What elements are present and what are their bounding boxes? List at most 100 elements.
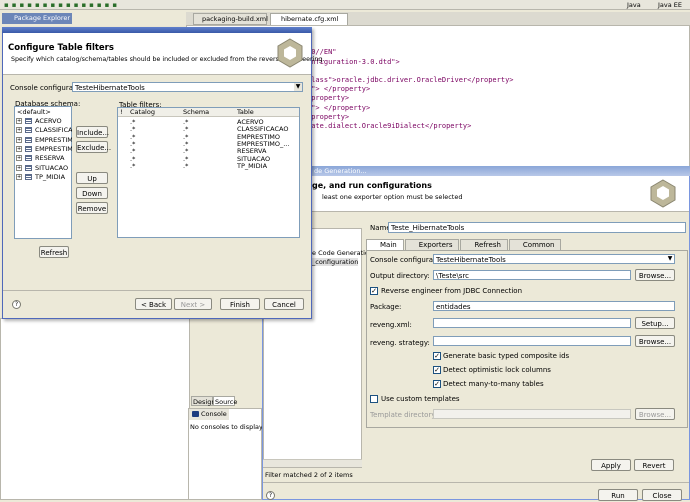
filter-cell-schema[interactable]: .* — [183, 162, 233, 170]
reverse-engineer-label: Reverse engineer from JDBC Connection — [381, 287, 523, 295]
output-browse-button[interactable]: Browse... — [635, 269, 675, 281]
filter-cell-table[interactable]: TP_MIDIA — [237, 162, 297, 170]
template-browse-button[interactable]: Browse... — [635, 408, 675, 420]
opt-basic-label: Generate basic typed composite ids — [443, 352, 570, 360]
filters-separator — [3, 290, 311, 291]
tree-expand-icon[interactable]: + — [16, 118, 22, 124]
filters-console-select[interactable]: TesteHibernateTools — [72, 82, 303, 92]
table-icon — [25, 173, 32, 180]
codegen-header-title: ge, and run configurations — [312, 181, 432, 190]
back-button[interactable]: < Back — [135, 298, 172, 310]
apply-button[interactable]: Apply — [591, 459, 631, 471]
setup-button[interactable]: Setup... — [635, 317, 675, 329]
codegen-separator — [263, 482, 689, 483]
console-message: No consoles to display at — [190, 423, 262, 431]
cancel-button[interactable]: Cancel — [264, 298, 304, 310]
perspective-javaee[interactable]: Java EE — [648, 0, 690, 10]
table-icon — [25, 155, 32, 162]
schema-table-item[interactable]: SITUACAO — [35, 164, 72, 172]
column-header[interactable]: ! — [120, 108, 123, 116]
reveng-xml-label: reveng.xml: — [370, 321, 412, 329]
next-button[interactable]: Next > — [174, 298, 212, 310]
tab-refresh[interactable]: Refresh — [460, 239, 508, 250]
include-button[interactable]: Include... — [76, 126, 109, 138]
schema-table-item[interactable]: EMPRESTIMO_ — [35, 145, 72, 153]
tree-expand-icon[interactable]: + — [16, 136, 22, 143]
table-icon — [25, 118, 32, 124]
schema-table-item[interactable]: TP_MIDIA — [35, 173, 72, 181]
reveng-strategy-field[interactable] — [433, 336, 631, 346]
table-icon — [25, 127, 32, 134]
schema-tree-root[interactable]: <default> — [17, 108, 51, 116]
opt-many-checkbox[interactable]: ✓ — [433, 380, 441, 388]
reveng-xml-field[interactable] — [433, 318, 631, 328]
name-field[interactable]: Teste_HibernateTools — [388, 222, 686, 233]
editor-tab-packaging-build[interactable]: packaging-build.xml — [193, 13, 268, 25]
column-header[interactable]: Schema — [183, 108, 209, 116]
filters-header — [3, 33, 311, 75]
up-button[interactable]: Up — [76, 172, 108, 184]
remove-button[interactable]: Remove — [76, 202, 108, 214]
filter-cell-catalog[interactable]: .* — [130, 162, 180, 170]
tree-expand-icon[interactable]: + — [16, 155, 22, 162]
tab-exporters[interactable]: Exporters — [404, 239, 460, 250]
perspective-java[interactable]: Java — [618, 0, 648, 10]
down-button[interactable]: Down — [76, 187, 108, 199]
refresh-button[interactable]: Refresh — [39, 246, 69, 258]
filters-banner-icon — [275, 37, 305, 69]
tree-expand-icon[interactable]: + — [16, 173, 22, 180]
run-button[interactable]: Run — [598, 489, 638, 501]
filters-help-icon[interactable]: ? — [12, 300, 21, 309]
filters-dialog-title: Configure Table filters — [8, 43, 114, 53]
codegen-help-icon[interactable]: ? — [266, 491, 275, 500]
custom-templates-checkbox[interactable] — [370, 395, 378, 403]
revert-button[interactable]: Revert — [634, 459, 674, 471]
table-icon — [25, 164, 32, 171]
cg-console-config-select[interactable]: TesteHibernateTools — [433, 254, 675, 264]
tree-expand-icon[interactable]: + — [16, 127, 22, 134]
output-dir-label: Output directory: — [370, 272, 430, 280]
editor-tab-hibernate-cfg[interactable]: hibernate.cfg.xml — [270, 13, 348, 25]
close-button[interactable]: Close — [642, 489, 682, 501]
tab-main[interactable]: Main — [366, 239, 404, 250]
package-explorer-tab[interactable]: Package Explorer — [2, 13, 72, 24]
package-field[interactable]: entidades — [433, 301, 675, 311]
table-icon — [25, 136, 32, 143]
table-icon — [25, 145, 32, 152]
schema-table-item[interactable]: CLASSIFICACAO — [35, 126, 72, 134]
reverse-engineer-checkbox[interactable]: ✓ — [370, 287, 378, 295]
tree-expand-icon[interactable]: + — [16, 164, 22, 171]
tab-source[interactable]: Source — [213, 396, 237, 406]
exclude-button[interactable]: Exclude... — [76, 141, 111, 153]
output-dir-field[interactable]: \Teste\src — [433, 270, 631, 280]
codegen-header-sub: least one exporter option must be select… — [322, 193, 463, 201]
left-panel — [0, 318, 190, 500]
tab-design[interactable]: Design — [191, 396, 215, 406]
template-dir-field[interactable] — [433, 409, 631, 419]
tree-expand-icon[interactable]: + — [16, 145, 22, 152]
console-icon — [192, 411, 199, 417]
config-tree-scrollbar[interactable] — [263, 459, 362, 467]
column-header[interactable]: Table — [237, 108, 254, 116]
filters-console-dropdown-icon[interactable]: ▼ — [294, 83, 302, 91]
opt-optimistic-checkbox[interactable]: ✓ — [433, 366, 441, 374]
config-tree-item-0[interactable]: e Code Generation — [312, 249, 373, 257]
finish-button[interactable]: Finish — [220, 298, 260, 310]
cg-console-dropdown-icon[interactable]: ▼ — [666, 255, 674, 263]
template-dir-label: Template directory: — [370, 411, 438, 419]
codegen-title: de Generation... — [314, 167, 367, 175]
tab-common[interactable]: Common — [508, 239, 562, 250]
strategy-browse-button[interactable]: Browse... — [635, 335, 675, 347]
reveng-strategy-label: reveng. strategy: — [370, 339, 430, 347]
custom-templates-label: Use custom templates — [381, 395, 460, 403]
column-header[interactable]: Catalog — [130, 108, 155, 116]
package-label: Package: — [370, 303, 402, 311]
toolbar-icons: ▪▪▪▪▪▪▪▪▪▪▪▪▪▪▪ — [4, 1, 121, 9]
console-view — [188, 408, 262, 500]
schema-table-item[interactable]: ACERVO — [35, 117, 72, 125]
opt-optimistic-label: Detect optimistic lock columns — [443, 366, 551, 374]
schema-table-item[interactable]: EMPRESTIMO — [35, 136, 72, 144]
config-tree-item-1[interactable]: _configuration — [312, 258, 359, 266]
schema-table-item[interactable]: RESERVA — [35, 154, 72, 162]
opt-basic-checkbox[interactable]: ✓ — [433, 352, 441, 360]
